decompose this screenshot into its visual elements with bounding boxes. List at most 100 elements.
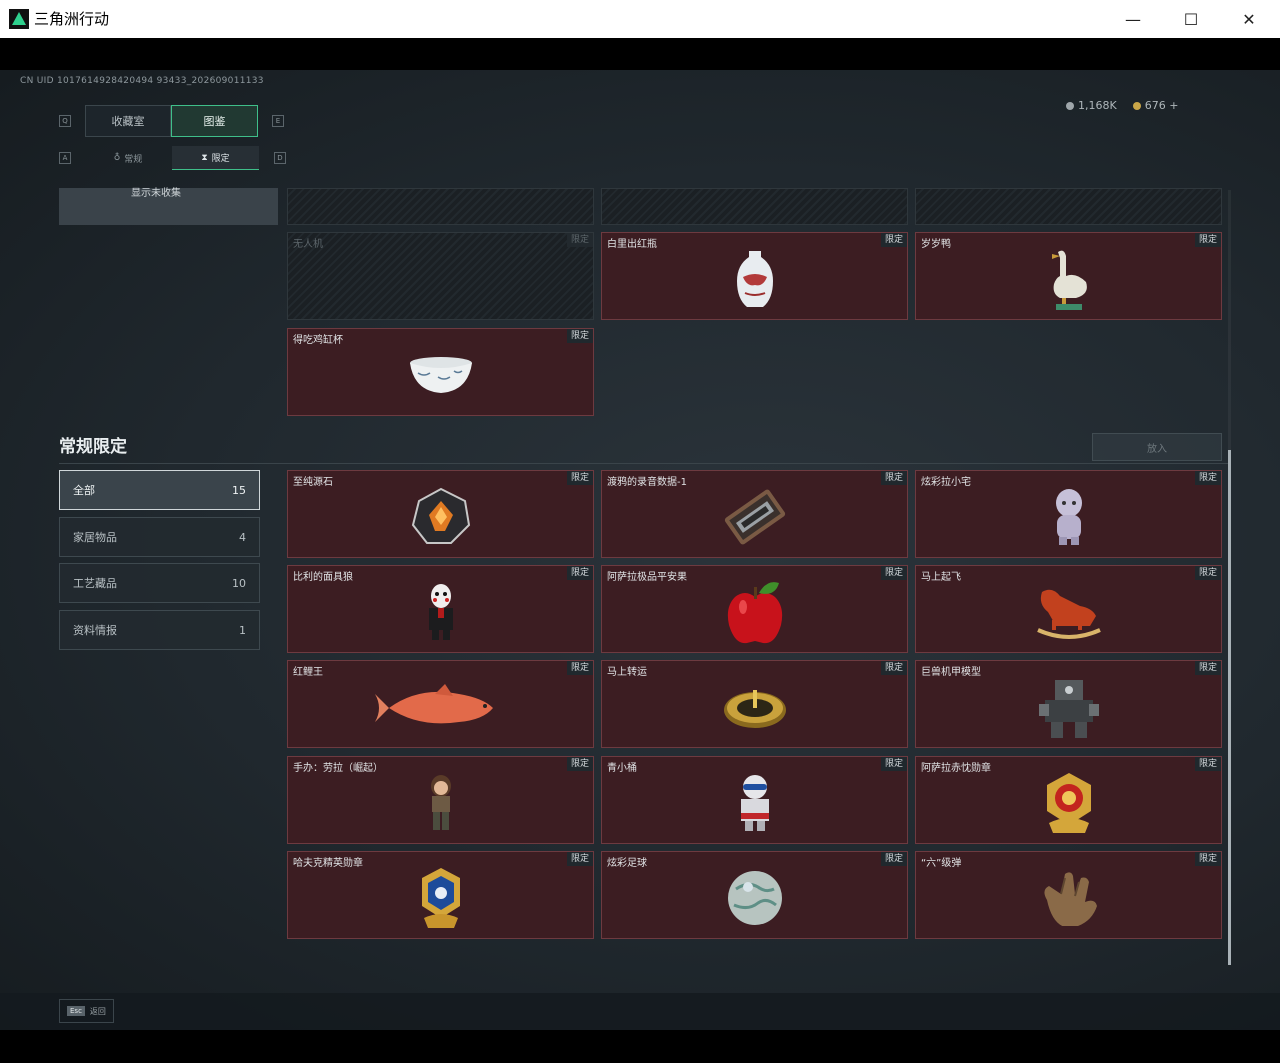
maximize-button[interactable]: ☐ bbox=[1162, 0, 1220, 38]
item-name: 阿萨拉极品平安果 bbox=[607, 572, 687, 583]
tab-collection-room[interactable]: 收藏室 bbox=[85, 105, 171, 137]
item-card-vase[interactable]: 白里出红瓶 限定 bbox=[601, 232, 908, 320]
show-uncollected-toggle[interactable]: 显示未收集 bbox=[131, 184, 181, 199]
red-medal-icon bbox=[1046, 773, 1091, 834]
esc-key-hint: Esc bbox=[67, 1006, 85, 1016]
key-hint-a: A bbox=[59, 152, 71, 164]
item-card[interactable]: 阿萨拉极品平安果 限定 bbox=[601, 565, 908, 653]
lara-figure-icon bbox=[430, 775, 451, 831]
limited-badge: 限定 bbox=[566, 852, 593, 866]
limited-badge: 限定 bbox=[566, 329, 593, 343]
item-card[interactable]: 马上起飞 限定 bbox=[915, 565, 1222, 653]
section-title: 常规限定 bbox=[59, 437, 127, 457]
item-card[interactable]: 巨兽机甲模型 限定 bbox=[915, 660, 1222, 748]
category-crafts[interactable]: 工艺藏品 10 bbox=[59, 563, 260, 603]
scrollbar-thumb[interactable] bbox=[1228, 450, 1231, 965]
game-surface: CN UID 1017614928420494 93433_2026090111… bbox=[0, 70, 1280, 1030]
item-card[interactable]: 青小桶 限定 bbox=[601, 756, 908, 844]
category-intel[interactable]: 资料情报 1 bbox=[59, 610, 260, 650]
bowl-icon bbox=[409, 357, 472, 394]
regular-icon: ♁ bbox=[113, 153, 121, 163]
limited-badge: 限定 bbox=[1194, 852, 1221, 866]
silver-currency: 1,168K bbox=[1066, 99, 1117, 112]
back-button[interactable]: Esc 返回 bbox=[59, 999, 114, 1023]
item-name: 得吃鸡缸杯 bbox=[293, 335, 343, 346]
item-name: 青小桶 bbox=[607, 763, 637, 774]
limited-badge: 限定 bbox=[880, 757, 907, 771]
limited-badge: 限定 bbox=[566, 566, 593, 580]
item-name: 巨兽机甲模型 bbox=[921, 667, 981, 678]
item-card[interactable]: 渡鸦的录音数据-1 限定 bbox=[601, 470, 908, 558]
limited-badge: 限定 bbox=[880, 661, 907, 675]
limited-badge: 限定 bbox=[1194, 471, 1221, 485]
item-card[interactable]: 手办：劳拉（崛起） 限定 bbox=[287, 756, 594, 844]
item-name: 渡鸦的录音数据-1 bbox=[607, 477, 687, 488]
recorder-device-icon bbox=[724, 490, 785, 545]
item-card[interactable]: “六”级弹 限定 bbox=[915, 851, 1222, 939]
rocking-horse-icon bbox=[1036, 590, 1101, 640]
limited-badge: 限定 bbox=[1194, 233, 1221, 247]
item-name: “六”级弹 bbox=[921, 858, 962, 869]
item-name: 红鲤王 bbox=[293, 667, 323, 678]
limited-badge: 限定 bbox=[880, 852, 907, 866]
limited-badge: 限定 bbox=[566, 233, 593, 247]
koi-fish-icon bbox=[374, 684, 493, 724]
category-all[interactable]: 全部 15 bbox=[59, 470, 260, 510]
item-name: 马上起飞 bbox=[921, 572, 961, 583]
hand-gesture-icon bbox=[1043, 872, 1097, 927]
limited-badge: 限定 bbox=[566, 471, 593, 485]
item-name: 阿萨拉赤忱勋章 bbox=[921, 763, 991, 774]
subtab-regular[interactable]: ♁ 常规 bbox=[85, 146, 171, 170]
item-card[interactable]: 阿萨拉赤忱勋章 限定 bbox=[915, 756, 1222, 844]
item-card[interactable]: 炫彩足球 限定 bbox=[601, 851, 908, 939]
key-hint-q: Q bbox=[59, 115, 71, 127]
duck-statue-icon bbox=[1051, 251, 1087, 311]
put-in-button[interactable]: 放入 bbox=[1092, 433, 1222, 461]
window-title: 三角洲行动 bbox=[34, 10, 110, 28]
item-name: 岁岁鸭 bbox=[921, 239, 951, 250]
add-currency-button[interactable]: + bbox=[1169, 99, 1178, 112]
subtab-limited[interactable]: ⧗ 限定 bbox=[172, 146, 259, 170]
item-card[interactable]: 炫彩拉小宅 限定 bbox=[915, 470, 1222, 558]
back-label: 返回 bbox=[89, 1006, 106, 1016]
apple-icon bbox=[727, 582, 782, 644]
key-hint-d: D bbox=[274, 152, 286, 164]
item-card-duck[interactable]: 岁岁鸭 限定 bbox=[915, 232, 1222, 320]
limited-badge: 限定 bbox=[880, 233, 907, 247]
gold-currency: 676 + bbox=[1132, 99, 1178, 112]
item-card-drone[interactable]: 无人机 限定 bbox=[287, 232, 594, 320]
minimize-button[interactable]: — bbox=[1104, 0, 1162, 38]
card-partial bbox=[601, 188, 908, 225]
item-card[interactable]: 哈夫克精英勋章 限定 bbox=[287, 851, 594, 939]
card-partial bbox=[915, 188, 1222, 225]
item-name: 比利的面具狼 bbox=[293, 572, 353, 583]
vase-icon bbox=[736, 251, 773, 308]
category-home[interactable]: 家居物品 4 bbox=[59, 517, 260, 557]
football-icon bbox=[727, 871, 782, 926]
item-card-chicken-cup[interactable]: 得吃鸡缸杯 限定 bbox=[287, 328, 594, 416]
item-name: 至纯源石 bbox=[293, 477, 333, 488]
limited-badge: 限定 bbox=[566, 661, 593, 675]
tab-codex[interactable]: 图鉴 bbox=[171, 105, 258, 137]
close-button[interactable]: ✕ bbox=[1220, 0, 1278, 38]
item-name: 炫彩足球 bbox=[607, 858, 647, 869]
window-titlebar: 三角洲行动 — ☐ ✕ bbox=[0, 0, 1280, 38]
item-card[interactable]: 马上转运 限定 bbox=[601, 660, 908, 748]
player-uid: CN UID 1017614928420494 93433_2026090111… bbox=[20, 76, 264, 86]
item-name: 炫彩拉小宅 bbox=[921, 477, 971, 488]
currency-bar: 1,168K 676 + bbox=[1040, 92, 1230, 118]
item-name: 马上转运 bbox=[607, 667, 647, 678]
item-card[interactable]: 红鲤王 限定 bbox=[287, 660, 594, 748]
item-card[interactable]: 至纯源石 限定 bbox=[287, 470, 594, 558]
item-card[interactable]: 比利的面具狼 限定 bbox=[287, 565, 594, 653]
limited-badge: 限定 bbox=[1194, 566, 1221, 580]
key-hint-e: E bbox=[272, 115, 284, 127]
puppet-figure-icon bbox=[428, 584, 453, 641]
item-name: 白里出红瓶 bbox=[607, 239, 657, 250]
limited-badge: 限定 bbox=[880, 471, 907, 485]
section-divider bbox=[59, 463, 1231, 464]
golden-compass-icon bbox=[723, 690, 786, 729]
left-panel-header: 显示未收集 bbox=[59, 188, 278, 225]
item-name: 哈夫克精英勋章 bbox=[293, 858, 363, 869]
footer-bar bbox=[0, 993, 1280, 1030]
